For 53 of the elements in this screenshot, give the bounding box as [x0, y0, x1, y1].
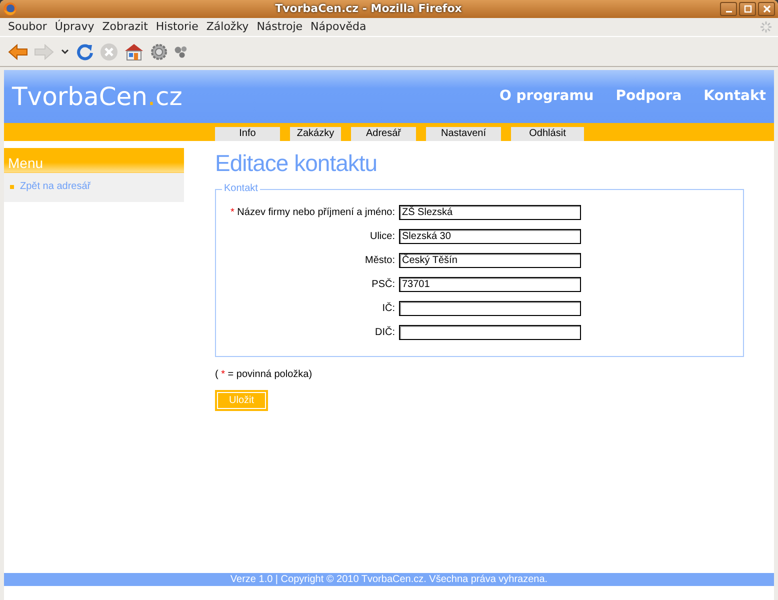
- throbber-icon: [760, 21, 772, 33]
- maximize-button[interactable]: [739, 2, 756, 16]
- window-title: TvorbaCen.cz - Mozilla Firefox: [274, 0, 463, 17]
- close-button[interactable]: [758, 2, 775, 16]
- gear-icon: [150, 42, 168, 60]
- menu-item[interactable]: Nástroje: [252, 18, 307, 36]
- minimize-button[interactable]: [720, 2, 737, 16]
- field-label: Město:: [364, 254, 396, 268]
- menu-item[interactable]: Historie: [152, 18, 202, 36]
- text-field[interactable]: [399, 300, 581, 316]
- footer-text: Verze 1.0 | Copyright © 2010 TvorbaCen.cz. Všechna práva vyhrazena.: [4, 573, 774, 586]
- sidebar-header: Menu: [4, 148, 184, 173]
- reload-button[interactable]: [76, 42, 94, 60]
- text-field[interactable]: Český Těšín: [399, 252, 581, 268]
- forward-icon: [34, 44, 54, 60]
- close-icon: [762, 5, 770, 13]
- field-label: PSČ:: [370, 277, 396, 292]
- menu-item[interactable]: Záložky: [202, 18, 253, 36]
- stop-icon: [100, 42, 118, 60]
- menu-item[interactable]: Zobrazit: [98, 18, 152, 36]
- bullet-icon: [10, 184, 14, 188]
- home-button[interactable]: [124, 42, 144, 60]
- page-heading: Editace kontaktu: [215, 149, 378, 178]
- home-icon: [124, 42, 144, 60]
- back-button[interactable]: [8, 44, 28, 60]
- nav-tab[interactable]: Zakázky: [290, 127, 341, 141]
- text-field[interactable]: 73701: [399, 276, 581, 292]
- nav-tab[interactable]: Odhlásit: [511, 127, 584, 141]
- field-label: Ulice:: [368, 230, 396, 244]
- menu-item[interactable]: Úpravy: [50, 18, 98, 36]
- puzzle-button[interactable]: [174, 44, 188, 58]
- maximize-icon: [744, 5, 752, 13]
- text-field[interactable]: Slezská 30: [399, 228, 581, 244]
- field-label: * Název firmy nebo příjmení a jméno:: [229, 206, 396, 220]
- text-field[interactable]: ZŠ Slezská: [399, 204, 581, 220]
- caret-button[interactable]: [60, 48, 70, 56]
- nav-tab[interactable]: Adresář: [351, 127, 416, 141]
- puzzle-icon: [174, 44, 188, 58]
- field-label: IČ:: [381, 301, 396, 316]
- required-note: ( * = povinná položka): [215, 368, 314, 382]
- field-label: DIČ:: [374, 325, 396, 340]
- back-icon: [8, 44, 28, 60]
- reload-icon: [76, 42, 94, 60]
- menu-item[interactable]: Soubor: [4, 18, 51, 36]
- caret-icon: [60, 48, 70, 56]
- menu-item[interactable]: Nápověda: [306, 18, 370, 36]
- text-field[interactable]: [399, 324, 581, 340]
- nav-tab[interactable]: Nastavení: [426, 127, 501, 141]
- firefox-icon: [3, 2, 17, 16]
- nav-tab[interactable]: Info: [215, 127, 280, 141]
- required-mark: *: [230, 206, 234, 218]
- gear-button[interactable]: [150, 42, 168, 60]
- fieldset-legend: Kontakt: [222, 184, 260, 194]
